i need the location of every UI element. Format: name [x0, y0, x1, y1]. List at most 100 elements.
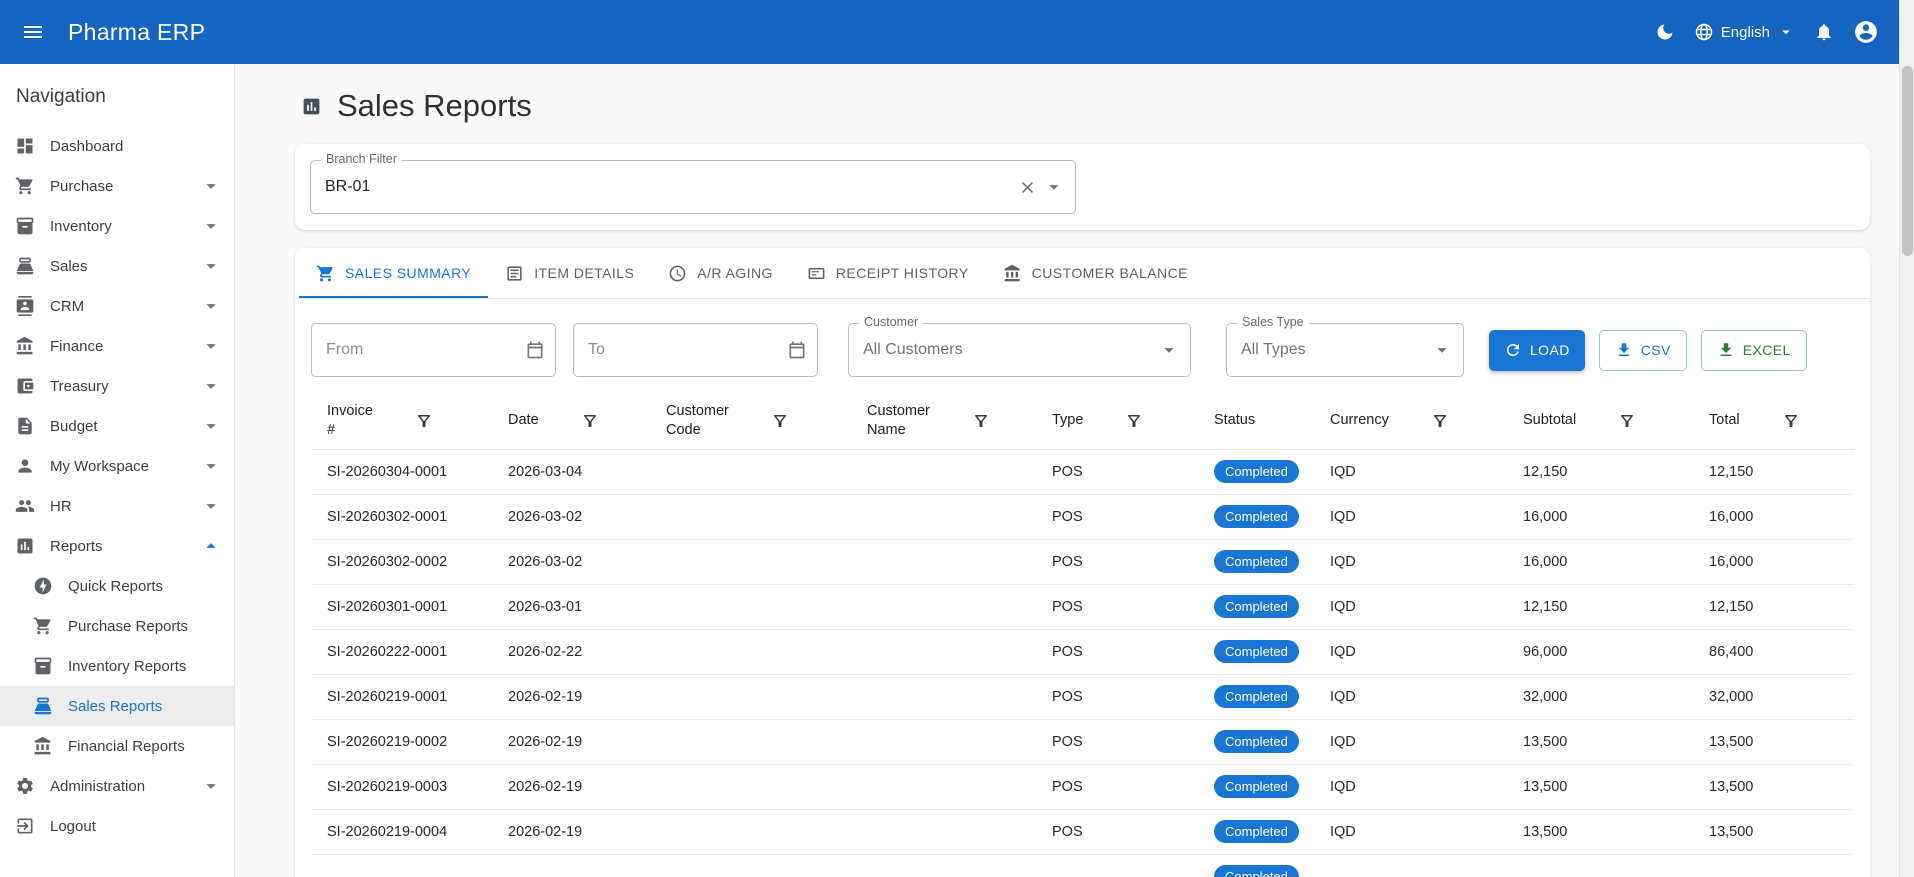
sidebar-item-reports[interactable]: Reports — [0, 526, 234, 566]
cell-customer-code — [650, 449, 851, 495]
sales-type-select-value: All Types — [1241, 341, 1306, 358]
sidebar-item-inventory-reports[interactable]: Inventory Reports — [0, 646, 234, 686]
filter-icon[interactable] — [1618, 412, 1636, 430]
column-header: Date — [492, 397, 650, 450]
cart-icon — [316, 264, 335, 283]
page-title-row: Sales Reports — [301, 88, 1870, 124]
scrollbar-thumb[interactable] — [1902, 66, 1913, 256]
table-row[interactable]: SI-20260219-0003 2026-02-19 POS Complete… — [311, 764, 1854, 810]
sidebar-item-administration[interactable]: Administration — [0, 766, 234, 806]
table-row[interactable]: Completed — [311, 854, 1854, 877]
dark-mode-toggle[interactable] — [1644, 11, 1686, 53]
cell-status: Completed — [1198, 584, 1314, 630]
chevron-down-icon — [200, 335, 222, 357]
receipt-icon — [807, 264, 826, 283]
sidebar-item-purchase[interactable]: Purchase — [0, 166, 234, 206]
gear-icon — [15, 776, 35, 796]
filter-icon[interactable] — [771, 412, 789, 430]
sidebar-item-my-workspace[interactable]: My Workspace — [0, 446, 234, 486]
table-row[interactable]: SI-20260219-0001 2026-02-19 POS Complete… — [311, 674, 1854, 720]
csv-export-button[interactable]: CSV — [1598, 329, 1687, 371]
cell-type: POS — [1036, 584, 1198, 630]
clear-icon[interactable] — [1018, 178, 1037, 197]
filter-icon[interactable] — [1125, 412, 1143, 430]
to-date-input[interactable]: To — [573, 323, 818, 377]
filter-icon[interactable] — [1782, 412, 1800, 430]
sidebar-heading: Navigation — [16, 86, 106, 107]
notifications-button[interactable] — [1803, 11, 1845, 53]
table-row[interactable]: SI-20260302-0002 2026-03-02 POS Complete… — [311, 539, 1854, 585]
from-date-input[interactable]: From — [311, 323, 556, 377]
filter-icon[interactable] — [581, 412, 599, 430]
cell-customer-name — [851, 584, 1036, 630]
cell-total: 86,400 — [1693, 629, 1854, 675]
customer-select[interactable]: Customer All Customers — [848, 315, 1191, 377]
cell-invoice: SI-20260301-0001 — [311, 584, 492, 630]
bank-icon — [15, 336, 35, 356]
branch-filter-select[interactable]: Branch Filter BR-01 — [310, 152, 1076, 214]
sidebar-item-crm[interactable]: CRM — [0, 286, 234, 326]
sidebar-item-sales[interactable]: Sales — [0, 246, 234, 286]
tab-sales-summary[interactable]: SALES SUMMARY — [299, 248, 488, 298]
table-row[interactable]: SI-20260301-0001 2026-03-01 POS Complete… — [311, 584, 1854, 630]
branch-filter-card: Branch Filter BR-01 — [295, 144, 1870, 230]
cell-type: POS — [1036, 809, 1198, 855]
calendar-icon[interactable] — [525, 340, 545, 360]
table-row[interactable]: SI-20260302-0001 2026-03-02 POS Complete… — [311, 494, 1854, 540]
branch-filter-label: Branch Filter — [321, 152, 402, 166]
vertical-scrollbar[interactable] — [1899, 0, 1914, 877]
cell-date — [492, 854, 650, 877]
reports-card: SALES SUMMARY ITEM DETAILS A/R AGING REC… — [295, 248, 1870, 877]
cell-date: 2026-02-19 — [492, 764, 650, 810]
people-icon — [15, 496, 35, 516]
sales-type-select[interactable]: Sales Type All Types — [1226, 315, 1464, 377]
cash-register-icon — [15, 256, 35, 276]
chevron-down-icon — [1158, 339, 1180, 361]
cell-currency: IQD — [1314, 809, 1507, 855]
cell-date: 2026-02-19 — [492, 674, 650, 720]
column-header: Subtotal — [1507, 397, 1693, 450]
chevron-down-icon — [200, 215, 222, 237]
sidebar-item-financial-reports[interactable]: Financial Reports — [0, 726, 234, 766]
sidebar-item-purchase-reports[interactable]: Purchase Reports — [0, 606, 234, 646]
table-row[interactable]: SI-20260304-0001 2026-03-04 POS Complete… — [311, 449, 1854, 495]
filter-icon[interactable] — [1431, 412, 1449, 430]
calendar-icon[interactable] — [787, 340, 807, 360]
list-icon — [505, 264, 524, 283]
tab-item-details[interactable]: ITEM DETAILS — [488, 248, 651, 298]
sidebar-item-budget[interactable]: Budget — [0, 406, 234, 446]
tab-ar-aging[interactable]: A/R AGING — [651, 248, 790, 298]
chevron-down-icon — [200, 415, 222, 437]
cell-invoice: SI-20260219-0004 — [311, 809, 492, 855]
sidebar-item-logout[interactable]: Logout — [0, 806, 234, 846]
sidebar-item-quick-reports[interactable]: Quick Reports — [0, 566, 234, 606]
sidebar-item-treasury[interactable]: Treasury — [0, 366, 234, 406]
cell-status: Completed — [1198, 674, 1314, 720]
box-icon — [33, 656, 53, 676]
sidebar-item-hr[interactable]: HR — [0, 486, 234, 526]
table-row[interactable]: SI-20260219-0002 2026-02-19 POS Complete… — [311, 719, 1854, 765]
cell-type: POS — [1036, 494, 1198, 540]
cell-total: 32,000 — [1693, 674, 1854, 720]
account-button[interactable] — [1845, 11, 1887, 53]
load-button[interactable]: LOAD — [1489, 329, 1585, 371]
chevron-down-icon — [1043, 176, 1065, 198]
filter-icon[interactable] — [972, 412, 990, 430]
tab-receipt-history[interactable]: RECEIPT HISTORY — [790, 248, 986, 298]
excel-export-button[interactable]: EXCEL — [1700, 329, 1807, 371]
sidebar-item-inventory[interactable]: Inventory — [0, 206, 234, 246]
cell-total: 16,000 — [1693, 494, 1854, 540]
sidebar-item-dashboard[interactable]: Dashboard — [0, 126, 234, 166]
language-selector[interactable]: English — [1686, 16, 1803, 48]
sidebar-item-finance[interactable]: Finance — [0, 326, 234, 366]
table-row[interactable]: SI-20260222-0001 2026-02-22 POS Complete… — [311, 629, 1854, 675]
table-row[interactable]: SI-20260219-0004 2026-02-19 POS Complete… — [311, 809, 1854, 855]
person-icon — [15, 456, 35, 476]
sidebar-item-sales-reports[interactable]: Sales Reports — [0, 686, 234, 726]
select-trailing-icons — [1018, 176, 1065, 198]
tab-customer-balance[interactable]: CUSTOMER BALANCE — [986, 248, 1205, 298]
menu-button[interactable] — [12, 11, 54, 53]
column-header: Customer Code — [650, 397, 851, 450]
cell-invoice — [311, 854, 492, 877]
filter-icon[interactable] — [415, 412, 433, 430]
